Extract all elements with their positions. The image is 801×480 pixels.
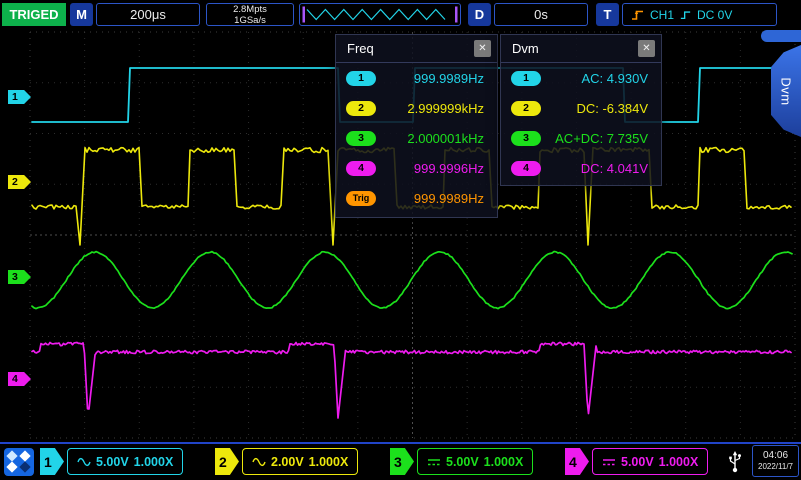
delay-value-box[interactable]: 0s (494, 3, 588, 26)
channel-1-status[interactable]: 1 5.00V 1.000X (40, 448, 183, 475)
channel-1-probe: 1.000X (134, 455, 174, 469)
trigger-badge: Trig (346, 191, 376, 206)
dvm-value-ch2: DC: -6.384V (576, 101, 648, 116)
trigger-key: T (596, 3, 619, 26)
channel-3-badge: 3 (511, 131, 541, 146)
dvm-row-ch3: 3 AC+DC: 7.735V (501, 123, 661, 153)
channel-4-badge: 4 (346, 161, 376, 176)
channel-3-badge: 3 (346, 131, 376, 146)
dvm-value-ch1: AC: 4.930V (582, 71, 649, 86)
channel-2-probe: 1.000X (309, 455, 349, 469)
memory-depth-label: 2.8Mpts (233, 4, 267, 15)
channel-2-number-badge: 2 (215, 448, 239, 475)
clock-box: 04:06 2022/11/7 (752, 445, 799, 477)
dvm-panel-title: Dvm (512, 41, 638, 56)
dc-coupling-icon (602, 457, 616, 467)
freq-value-ch2: 2.999999kHz (407, 101, 484, 116)
freq-value-ch3: 2.000001kHz (407, 131, 484, 146)
channel-4-badge: 4 (511, 161, 541, 176)
oscilloscope-screen: 1 2 3 4 Dvm TRIGED M 200μs 2.8Mpts 1GSa/… (0, 0, 801, 480)
channel-1-badge: 1 (346, 71, 376, 86)
dc-coupling-icon (427, 457, 441, 467)
waveform-position-preview[interactable] (299, 3, 461, 26)
freq-value-ch4: 999.9996Hz (414, 161, 484, 176)
channel-4-status[interactable]: 4 5.00V 1.000X (565, 448, 708, 475)
channel-1-badge: 1 (511, 71, 541, 86)
channel-4-number-badge: 4 (565, 448, 589, 475)
dvm-panel: Dvm ✕ 1 AC: 4.930V 2 DC: -6.384V 3 AC+DC… (500, 34, 662, 186)
dvm-panel-header[interactable]: Dvm ✕ (501, 35, 661, 63)
freq-panel-header[interactable]: Freq ✕ (336, 35, 497, 63)
channel-2-badge: 2 (511, 101, 541, 116)
edge-slope-icon (680, 9, 691, 21)
freq-row-ch3: 3 2.000001kHz (336, 123, 497, 153)
dvm-value-ch4: DC: 4.041V (581, 161, 648, 176)
bottom-status-bar: 1 5.00V 1.000X 2 2.00V 1.000X 3 (0, 442, 801, 480)
trigger-detail-label: DC 0V (697, 8, 732, 22)
freq-row-ch1: 1 999.9989Hz (336, 63, 497, 93)
trigger-settings-box[interactable]: CH1 DC 0V (622, 3, 777, 26)
menu-logo-icon[interactable] (4, 448, 34, 476)
channel-3-probe: 1.000X (484, 455, 524, 469)
trigger-source-label: CH1 (650, 8, 674, 22)
channel-3-status[interactable]: 3 5.00V 1.000X (390, 448, 533, 475)
time-label: 04:06 (763, 450, 788, 462)
channel-2-scale: 2.00V (271, 455, 304, 469)
freq-panel: Freq ✕ 1 999.9989Hz 2 2.999999kHz 3 2.00… (335, 34, 498, 218)
dvm-value-ch3: AC+DC: 7.735V (555, 131, 648, 146)
freq-row-ch4: 4 999.9996Hz (336, 153, 497, 183)
sample-rate-label: 1GSa/s (234, 15, 266, 26)
dvm-row-ch1: 1 AC: 4.930V (501, 63, 661, 93)
channel-4-scale: 5.00V (621, 455, 654, 469)
freq-value-ch1: 999.9989Hz (414, 71, 484, 86)
preview-waveform-icon (301, 5, 459, 24)
channel-3-number-badge: 3 (390, 448, 414, 475)
dvm-row-ch2: 2 DC: -6.384V (501, 93, 661, 123)
freq-panel-close-icon[interactable]: ✕ (474, 40, 491, 57)
dvm-row-ch4: 4 DC: 4.041V (501, 153, 661, 183)
ac-coupling-icon (252, 457, 266, 467)
channel-4-probe: 1.000X (659, 455, 699, 469)
top-status-bar: TRIGED M 200μs 2.8Mpts 1GSa/s D 0s T CH1… (0, 0, 801, 30)
acquisition-info-box: 2.8Mpts 1GSa/s (206, 3, 294, 26)
side-tab-handle[interactable] (761, 30, 801, 42)
usb-icon (727, 450, 743, 474)
channel-2-status[interactable]: 2 2.00V 1.000X (215, 448, 358, 475)
delay-key: D (468, 3, 491, 26)
dvm-tab-label: Dvm (779, 77, 794, 105)
dvm-panel-close-icon[interactable]: ✕ (638, 40, 655, 57)
trigger-status-badge: TRIGED (2, 3, 66, 26)
date-label: 2022/11/7 (758, 462, 793, 472)
timebase-key: M (70, 3, 93, 26)
timebase-value-box[interactable]: 200μs (96, 3, 200, 26)
ac-coupling-icon (77, 457, 91, 467)
freq-value-trig: 999.9989Hz (414, 191, 484, 206)
channel-2-badge: 2 (346, 101, 376, 116)
freq-row-trig: Trig 999.9989Hz (336, 183, 497, 213)
channel-3-scale: 5.00V (446, 455, 479, 469)
channel-1-number-badge: 1 (40, 448, 64, 475)
freq-panel-title: Freq (347, 41, 474, 56)
freq-row-ch2: 2 2.999999kHz (336, 93, 497, 123)
rising-edge-icon (631, 8, 644, 22)
channel-1-scale: 5.00V (96, 455, 129, 469)
